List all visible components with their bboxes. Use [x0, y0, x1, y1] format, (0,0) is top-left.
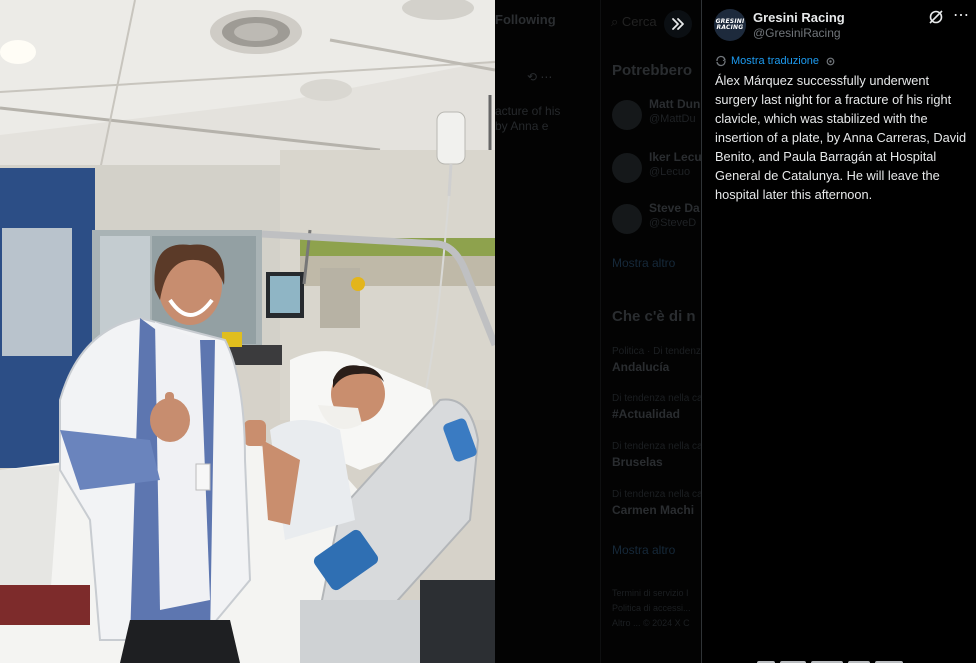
trend-topic: Andalucía: [612, 360, 670, 374]
who-to-follow-title: Potrebbero: [612, 62, 693, 79]
trends-title: Che c'è di n: [612, 308, 696, 325]
trend-topic: #Actualidad: [612, 407, 681, 421]
translate-icon: [716, 55, 726, 67]
translate-label[interactable]: Mostra traduzione: [731, 55, 819, 67]
footer-line: Termini di servizio I: [612, 588, 689, 598]
author-name[interactable]: Gresini Racing: [753, 10, 845, 25]
footer-line: Politica di accessi...: [612, 603, 691, 613]
trend-item: Di tendenza nella cat #Actualidad: [612, 393, 701, 421]
trend-context: Di tendenza nella cat: [612, 393, 701, 404]
show-more-link: Mostra altro: [612, 256, 676, 270]
avatar: [612, 153, 642, 183]
more-options-icon[interactable]: ⋯: [953, 5, 970, 25]
search-icon: ⌕: [611, 14, 619, 29]
who-to-follow-item: Steve Da @SteveD: [612, 201, 701, 241]
trend-item: Politica · Di tendenza Andalucía: [612, 346, 701, 374]
double-chevron-right-icon: [672, 18, 684, 30]
trend-item: Di tendenza nella cat Bruselas: [612, 441, 701, 469]
hospital-photo: [0, 0, 495, 663]
who-name: Matt Dun: [649, 97, 701, 111]
trend-topic: Bruselas: [612, 455, 663, 469]
gear-icon[interactable]: [825, 56, 836, 67]
trend-topic: Carmen Machi: [612, 503, 695, 517]
author-handle[interactable]: @GresiniRacing: [753, 26, 841, 40]
tab-following: Following: [495, 12, 556, 27]
who-name: Iker Lecu: [649, 150, 701, 164]
column-divider: [600, 0, 601, 663]
search-input: ⌕ Cerca: [611, 14, 657, 30]
who-handle: @Lecuo: [649, 166, 691, 178]
footer-line: Altro ... © 2024 X C: [612, 618, 690, 628]
background-page: Following ⌕ Cerca ⟲ ⋯ acture of his by A…: [495, 0, 701, 663]
translate-link[interactable]: Mostra traduzione: [715, 55, 836, 67]
search-placeholder: Cerca: [621, 14, 657, 29]
trend-item: Di tendenza nella cat Carmen Machi: [612, 489, 701, 517]
trend-context: Di tendenza nella cat: [612, 489, 701, 500]
gresini-logo: GRESINI RACING: [715, 18, 745, 31]
who-name: Steve Da: [649, 201, 700, 215]
who-to-follow-item: Matt Dun @MattDu: [612, 97, 701, 137]
background-tweet-fragment: acture of his by Anna e: [495, 104, 561, 133]
post-photo[interactable]: [0, 0, 495, 663]
who-to-follow-item: Iker Lecu @Lecuo: [612, 150, 701, 190]
avatar: [612, 100, 642, 130]
trend-context: Di tendenza nella cat: [612, 441, 701, 452]
show-more-link: Mostra altro: [612, 543, 676, 557]
retweet-icon: ⟲ ⋯: [527, 70, 553, 84]
cut-off-text-line: [757, 654, 927, 663]
who-handle: @SteveD: [649, 217, 697, 229]
collapse-panel-button[interactable]: [664, 10, 692, 38]
author-avatar[interactable]: GRESINI RACING: [714, 9, 746, 41]
who-handle: @MattDu: [649, 113, 696, 125]
footer-links: Termini di servizio I Politica di access…: [612, 586, 691, 631]
trend-context: Politica · Di tendenza: [612, 346, 701, 357]
grok-icon[interactable]: [928, 9, 944, 25]
tweet-text: Álex Márquez successfully underwent surg…: [715, 73, 967, 202]
avatar: [612, 204, 642, 234]
tweet-detail-panel: GRESINI RACING Gresini Racing @GresiniRa…: [701, 0, 976, 663]
